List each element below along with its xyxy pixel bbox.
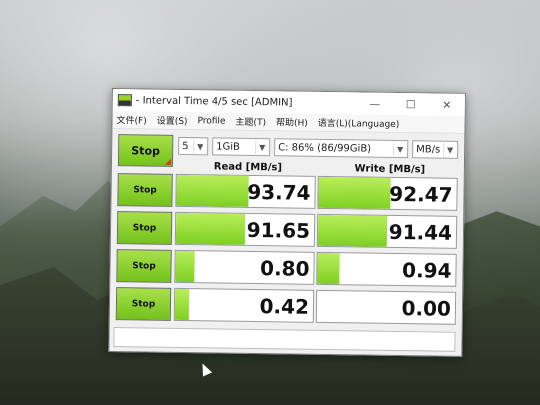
size-select[interactable]: 1GiB ▼ (212, 137, 271, 157)
read-level-bar (175, 212, 246, 245)
unit-select[interactable]: MB/s ▼ (412, 140, 459, 159)
size-value: 1GiB (216, 140, 241, 153)
maximize-button[interactable]: ☐ (393, 93, 429, 116)
read-level-bar (174, 288, 189, 321)
count-select[interactable]: 5 ▼ (178, 136, 209, 156)
read-header: Read [MB/s] (213, 161, 283, 174)
controls-row: Stop 5 ▼ 1GiB ▼ C: 86% (86/99GiB) ▼ MB/s… (116, 133, 460, 167)
drive-value: C: 86% (86/99GiB) (278, 141, 372, 155)
stop-seq1m-button[interactable]: Stop (117, 173, 173, 207)
read-result-cell: 91.65 (174, 211, 316, 247)
window-title: - Interval Time 4/5 sec [ADMIN] (135, 94, 293, 109)
write-level-bar (317, 214, 388, 247)
read-value: 91.65 (246, 217, 311, 243)
write-value: 91.44 (388, 219, 453, 245)
stop-all-button[interactable]: Stop (117, 134, 174, 167)
read-value: 0.80 (259, 255, 310, 281)
write-result-cell: 92.47 (317, 175, 458, 211)
app-icon (117, 94, 132, 107)
count-value: 5 (182, 140, 189, 152)
write-value: 92.47 (389, 181, 453, 207)
comment-field[interactable] (113, 327, 456, 352)
read-level-bar (176, 174, 249, 207)
stop-rnd4k-q1-button[interactable]: Stop (115, 287, 172, 321)
unit-value: MB/s (416, 143, 441, 156)
read-result-cell: 93.74 (175, 173, 316, 209)
read-value: 0.42 (259, 293, 310, 319)
write-result-cell: 91.44 (316, 213, 458, 249)
chevron-down-icon: ▼ (443, 142, 457, 157)
write-result-cell: 0.94 (316, 251, 457, 287)
close-button[interactable]: ✕ (429, 93, 465, 116)
drive-select[interactable]: C: 86% (86/99GiB) ▼ (274, 138, 409, 159)
read-result-cell: 0.80 (174, 249, 315, 285)
corner-marker-icon (164, 158, 172, 165)
chevron-down-icon: ▼ (193, 139, 207, 154)
menu-settings[interactable]: 设置(S) (157, 114, 188, 127)
read-value: 93.74 (247, 179, 311, 205)
menu-profile[interactable]: Profile (197, 116, 225, 126)
chevron-down-icon: ▼ (393, 141, 407, 157)
menu-language[interactable]: 语言(L)(Language) (318, 116, 400, 130)
app-window: - Interval Time 4/5 sec [ADMIN] — ☐ ✕ 文件… (108, 88, 466, 357)
write-header: Write [MB/s] (354, 163, 426, 176)
menu-file[interactable]: 文件(F) (116, 113, 146, 126)
chevron-down-icon: ▼ (255, 140, 269, 155)
read-level-bar (175, 250, 196, 283)
stop-seq128k-button[interactable]: Stop (116, 211, 173, 245)
stop-rnd4k-q32-button[interactable]: Stop (116, 249, 172, 283)
read-result-cell: 0.42 (173, 287, 315, 323)
write-level-bar (318, 176, 391, 209)
menu-theme[interactable]: 主题(T) (235, 115, 266, 128)
stop-all-label: Stop (131, 143, 161, 158)
write-level-bar (317, 252, 340, 285)
write-value: 0.00 (401, 295, 452, 321)
minimize-button[interactable]: — (357, 92, 393, 115)
write-value: 0.94 (401, 257, 452, 283)
write-result-cell: 0.00 (315, 289, 457, 325)
menu-help[interactable]: 帮助(H) (276, 115, 308, 128)
